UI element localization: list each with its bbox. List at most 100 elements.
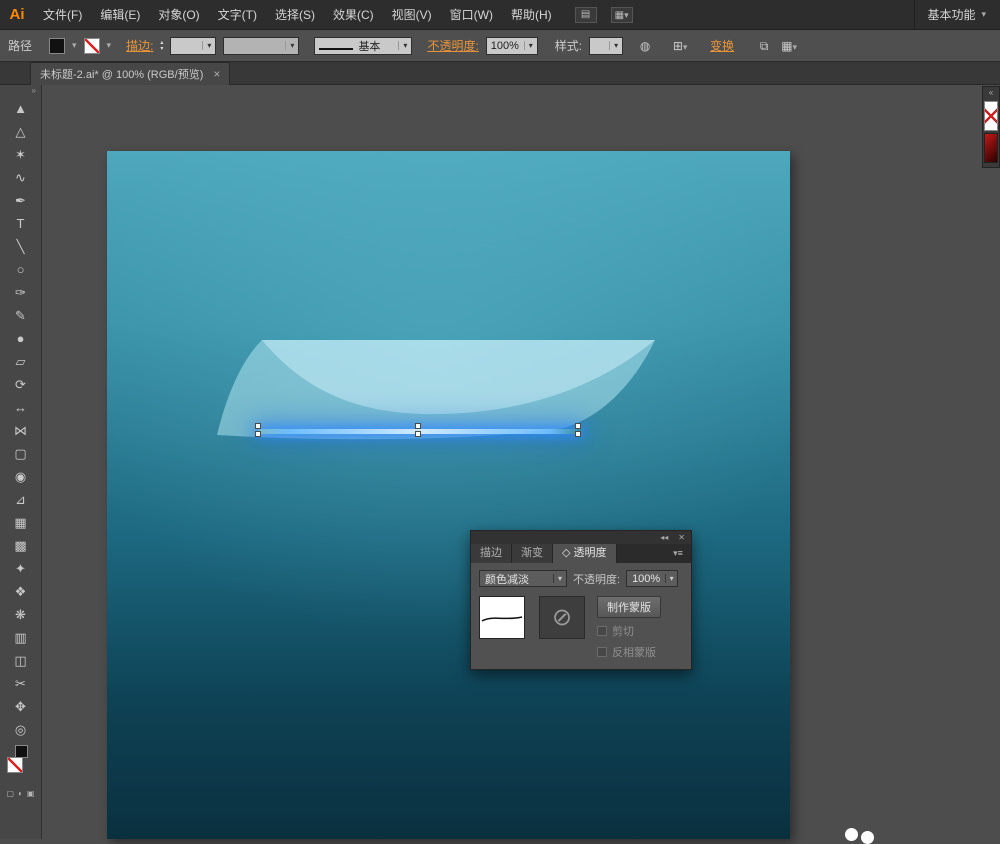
pen-tool[interactable]: ✒ <box>8 189 34 212</box>
symbol-sprayer-tool[interactable]: ❋ <box>8 603 34 626</box>
arrange-documents-icon[interactable]: ▦▾ <box>610 6 633 23</box>
close-icon[interactable]: × <box>213 67 220 81</box>
panel-opacity-select[interactable]: 100% ▾ <box>626 570 679 587</box>
shape-builder-tool[interactable]: ◉ <box>8 465 34 488</box>
align-panel-icon[interactable]: ⊞▾ <box>671 38 689 54</box>
close-icon[interactable]: ✕ <box>678 533 685 542</box>
tab-stroke[interactable]: 描边 <box>471 544 512 563</box>
tab-gradient[interactable]: 渐变 <box>512 544 553 563</box>
magic-wand-tool[interactable]: ✶ <box>8 143 34 166</box>
anchor-handle[interactable] <box>255 423 261 429</box>
pencil-tool[interactable]: ✎ <box>8 304 34 327</box>
chevron-down-icon[interactable]: ▾ <box>107 40 112 51</box>
gradient-tool[interactable]: ▩ <box>8 534 34 557</box>
panel-titlebar[interactable]: ◂◂ ✕ <box>470 530 692 544</box>
collapse-panel-icon[interactable]: ◂◂ <box>660 533 668 542</box>
zoom-tool[interactable]: ◎ <box>8 718 34 741</box>
width-tool[interactable]: ⋈ <box>8 419 34 442</box>
spinner-down-icon[interactable]: ▾ <box>160 46 163 52</box>
artboard-tool[interactable]: ◫ <box>8 649 34 672</box>
draw-inside-icon[interactable]: ▣ <box>27 789 35 798</box>
workspace-label: 基本功能 <box>927 8 976 22</box>
hand-tool[interactable]: ✥ <box>8 695 34 718</box>
anchor-handle[interactable] <box>255 431 261 437</box>
chevron-down-icon: ▾ <box>285 41 298 50</box>
swoosh-shape[interactable] <box>212 336 660 442</box>
style-combo[interactable]: ▾ <box>589 36 624 55</box>
mesh-tool[interactable]: ▦ <box>8 511 34 534</box>
more-options-icon[interactable]: ▦▾ <box>780 38 798 54</box>
fill-color-swatch[interactable] <box>7 757 23 773</box>
expand-panels-icon[interactable]: « <box>983 87 999 99</box>
color-swatch-icon[interactable] <box>984 133 998 163</box>
anchor-handle[interactable] <box>575 431 581 437</box>
arrange-grid-icon: ▦ <box>614 9 625 21</box>
document-tab[interactable]: 未标题-2.ai* @ 100% (RGB/预览) × <box>30 62 231 85</box>
menu-item-5[interactable]: 效果(C) <box>324 0 383 30</box>
menu-item-8[interactable]: 帮助(H) <box>502 0 561 30</box>
chevron-down-icon[interactable]: ▾ <box>72 40 77 51</box>
line-segment-tool[interactable]: ╲ <box>8 235 34 258</box>
artboard[interactable] <box>107 151 790 839</box>
isolate-mode-icon[interactable]: ⧉ <box>755 38 773 54</box>
menu-item-7[interactable]: 窗口(W) <box>441 0 502 30</box>
direct-selection-tool[interactable]: △ <box>8 120 34 143</box>
blob-brush-tool[interactable]: ● <box>8 327 34 350</box>
panel-tabs: 描边 渐变 ◇ 透明度 ▾≡ <box>470 544 692 563</box>
clip-checkbox[interactable] <box>597 626 607 636</box>
eyedropper-tool[interactable]: ✦ <box>8 557 34 580</box>
paintbrush-tool[interactable]: ✑ <box>8 281 34 304</box>
stroke-swatch[interactable] <box>83 37 100 54</box>
anchor-handle[interactable] <box>415 431 421 437</box>
illustrator-app: { "menubar": { "logo": "Ai", "items": ["… <box>0 0 1000 844</box>
document-icon[interactable]: ▤ <box>574 6 597 23</box>
ellipse-tool[interactable]: ○ <box>8 258 34 281</box>
none-swatch-icon[interactable] <box>984 101 998 131</box>
anchor-handle[interactable] <box>415 423 421 429</box>
workspace-switcher[interactable]: 基本功能 ▾ <box>914 0 1000 30</box>
stroke-weight-combo[interactable]: ▾ <box>170 36 217 55</box>
menu-item-1[interactable]: 编辑(E) <box>91 0 149 30</box>
transparency-panel: ◂◂ ✕ 描边 渐变 ◇ 透明度 ▾≡ 颜色减淡 ▾ 不透明度: 100% ▾ <box>470 530 692 670</box>
stroke-weight-stepper[interactable]: ▴ ▾ <box>160 40 163 52</box>
draw-normal-icon[interactable]: ▢ <box>7 789 15 798</box>
transform-link[interactable]: 变换 <box>710 37 734 54</box>
chevron-down-icon: ▾ <box>792 41 798 52</box>
menu-item-3[interactable]: 文字(T) <box>209 0 266 30</box>
opacity-link[interactable]: 不透明度: <box>427 37 478 54</box>
lasso-tool[interactable]: ∿ <box>8 166 34 189</box>
eraser-tool[interactable]: ▱ <box>8 350 34 373</box>
blend-mode-select[interactable]: 颜色减淡 ▾ <box>479 570 567 587</box>
fill-swatch[interactable] <box>49 37 66 54</box>
slice-tool[interactable]: ✂ <box>8 672 34 695</box>
anchor-handle[interactable] <box>575 423 581 429</box>
scale-tool[interactable]: ↔ <box>8 396 34 419</box>
stroke-link[interactable]: 描边: <box>126 37 153 54</box>
free-transform-tool[interactable]: ▢ <box>8 442 34 465</box>
menu-item-4[interactable]: 选择(S) <box>266 0 324 30</box>
brush-label: 基本 <box>358 40 381 53</box>
menu-item-0[interactable]: 文件(F) <box>34 0 91 30</box>
recolor-artwork-icon[interactable]: ◍ <box>636 38 654 54</box>
invert-mask-checkbox[interactable] <box>597 647 607 657</box>
perspective-grid-tool[interactable]: ⊿ <box>8 488 34 511</box>
column-graph-tool[interactable]: ▥ <box>8 626 34 649</box>
make-mask-button[interactable]: 制作蒙版 <box>597 596 661 618</box>
mask-thumbnail[interactable]: ⊘ <box>539 596 585 639</box>
width-profile-combo[interactable]: ▾ <box>223 36 300 55</box>
menu-bar: Ai 文件(F) 编辑(E) 对象(O) 文字(T) 选择(S) 效果(C) 视图(V) 窗口… <box>0 0 1000 30</box>
collapse-panel-icon[interactable]: » <box>0 85 41 97</box>
brush-definition-combo[interactable]: 基本 ▾ <box>314 36 413 55</box>
rotate-tool[interactable]: ⟳ <box>8 373 34 396</box>
tab-transparency[interactable]: ◇ 透明度 <box>553 544 617 563</box>
menu-item-2[interactable]: 对象(O) <box>149 0 208 30</box>
blend-tool[interactable]: ❖ <box>8 580 34 603</box>
menu-lines-icon: ≡ <box>677 548 683 558</box>
opacity-combo[interactable]: 100% ▾ <box>485 36 538 55</box>
draw-behind-icon[interactable]: ◐ <box>18 789 23 798</box>
selection-tool[interactable]: ▲ <box>8 97 34 120</box>
panel-menu-icon[interactable]: ▾≡ <box>665 544 691 563</box>
menu-item-6[interactable]: 视图(V) <box>383 0 441 30</box>
type-tool[interactable]: T <box>8 212 34 235</box>
object-thumbnail[interactable] <box>479 596 525 639</box>
